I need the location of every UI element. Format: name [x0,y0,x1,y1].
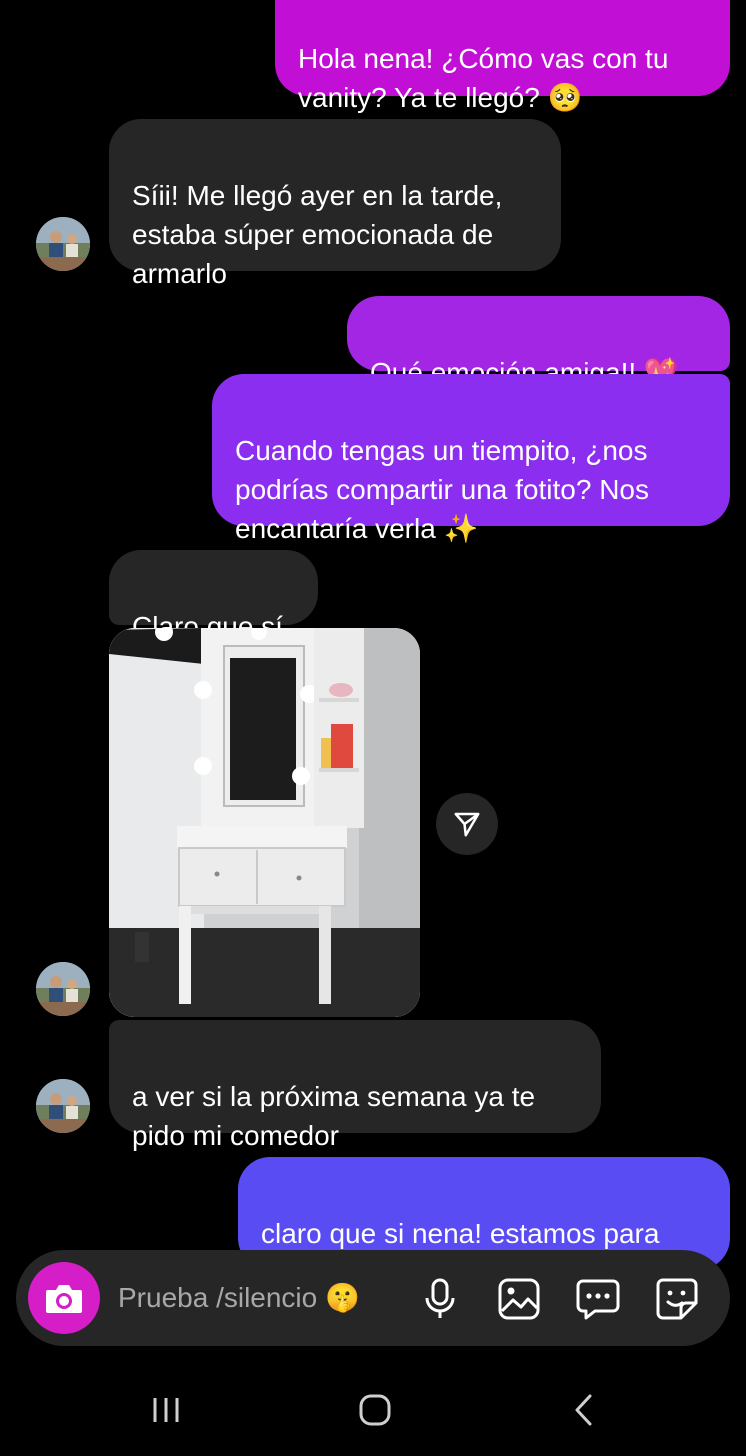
send-icon [454,812,480,837]
back-button[interactable] [564,1390,604,1430]
message-composer: Prueba /silencio 🤫 [16,1250,730,1346]
share-photo-button[interactable] [436,793,498,855]
microphone-button[interactable] [417,1276,463,1322]
gallery-icon [498,1278,540,1320]
message-incoming[interactable]: a ver si la próxima semana ya te pido mi… [109,1020,601,1151]
message-incoming[interactable]: Claro que sí [109,550,318,642]
home-button[interactable] [355,1390,395,1430]
recent-apps-button[interactable] [146,1390,186,1430]
camera-icon [46,1285,82,1313]
sticker-icon [656,1278,698,1320]
message-input[interactable]: Prueba /silencio 🤫 [118,1280,360,1316]
gallery-button[interactable] [496,1276,542,1322]
message-outgoing[interactable]: Cuando tengas un tiempito, ¿nos podrías … [212,374,730,544]
contact-avatar[interactable] [36,1079,90,1133]
chat-icon [576,1279,620,1320]
chat-screen: Hola nena! ¿Cómo vas con tu vanity? Ya t… [0,0,746,1456]
message-photo-vanity[interactable] [109,628,420,1017]
message-outgoing[interactable]: Qué emoción amiga!! 💖 [347,296,730,388]
message-text: Hola nena! ¿Cómo vas con tu vanity? Ya t… [298,43,669,113]
home-icon [359,1394,391,1426]
recent-apps-icon [153,1398,179,1422]
system-navigation-bar [0,1360,746,1456]
sticker-button[interactable] [654,1276,700,1322]
message-text: a ver si la próxima semana ya te pido mi… [132,1081,536,1151]
vanity-photo-image [109,628,420,1017]
contact-avatar[interactable] [36,962,90,1016]
message-outgoing[interactable]: Hola nena! ¿Cómo vas con tu vanity? Ya t… [275,0,730,113]
contact-avatar[interactable] [36,217,90,271]
message-incoming[interactable]: Síii! Me llegó ayer en la tarde, estaba … [109,119,561,289]
quick-reply-button[interactable] [575,1276,621,1322]
message-text: Síii! Me llegó ayer en la tarde, estaba … [132,180,503,289]
message-text: Cuando tengas un tiempito, ¿nos podrías … [235,435,649,544]
camera-button[interactable] [28,1262,100,1334]
microphone-icon [425,1278,455,1318]
back-icon [575,1394,592,1426]
